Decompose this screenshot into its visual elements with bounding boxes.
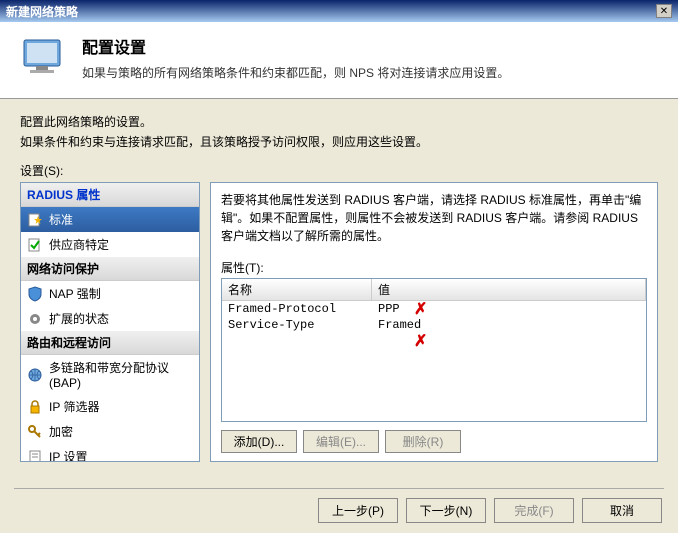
sidebar-item-label: NAP 强制: [49, 285, 101, 302]
cell-name: Framed-Protocol: [222, 301, 372, 317]
col-value[interactable]: 值: [372, 279, 646, 300]
next-button[interactable]: 下一步(N): [406, 498, 486, 523]
red-x-annotation: ✗: [414, 299, 427, 319]
settings-tree[interactable]: RADIUS 属性标准供应商特定网络访问保护 NAP 强制扩展的状态路由和远程访问…: [20, 182, 200, 462]
settings-label: 设置(S):: [20, 162, 658, 179]
intro-line-2: 如果条件和约束与连接请求匹配，且该策略授予访问权限，则应用这些设置。: [20, 133, 658, 150]
window-title: 新建网络策略: [6, 3, 78, 20]
attributes-label: 属性(T):: [221, 259, 647, 276]
sidebar-item-label: 多链路和带宽分配协议(BAP): [49, 359, 193, 390]
edit-button[interactable]: 编辑(E)...: [303, 430, 379, 453]
sidebar-item[interactable]: 供应商特定: [21, 232, 199, 257]
sidebar-item-label: 供应商特定: [49, 236, 109, 253]
wizard-footer: 上一步(P) 下一步(N) 完成(F) 取消: [318, 498, 662, 523]
table-row[interactable]: Framed-ProtocolPPP✗: [222, 301, 646, 317]
sidebar-item[interactable]: 扩展的状态: [21, 306, 199, 331]
lock-icon: [27, 399, 43, 415]
close-button[interactable]: ✕: [656, 4, 672, 18]
panel-button-row: 添加(D)... 编辑(E)... 删除(R): [221, 430, 647, 453]
panel-instruction: 若要将其他属性发送到 RADIUS 客户端，请选择 RADIUS 标准属性，再单…: [221, 191, 647, 245]
sidebar-item[interactable]: 标准: [21, 207, 199, 232]
doc-check-icon: [27, 237, 43, 253]
col-name[interactable]: 名称: [222, 279, 372, 300]
table-header: 名称 值: [222, 279, 646, 301]
cancel-button[interactable]: 取消: [582, 498, 662, 523]
sidebar-item-label: 标准: [49, 211, 73, 228]
sidebar-item[interactable]: IP 筛选器: [21, 394, 199, 419]
sidebar-item-label: IP 筛选器: [49, 398, 99, 415]
sidebar-item-label: 加密: [49, 423, 73, 440]
group-header: 网络访问保护: [21, 257, 199, 281]
sidebar-item[interactable]: 多链路和带宽分配协议(BAP): [21, 355, 199, 394]
details-panel: 若要将其他属性发送到 RADIUS 客户端，请选择 RADIUS 标准属性，再单…: [210, 182, 658, 462]
key-icon: [27, 424, 43, 440]
cell-name: Service-Type: [222, 317, 372, 333]
footer-separator: [14, 488, 664, 489]
table-body: Framed-ProtocolPPP✗Service-TypeFramed✗: [222, 301, 646, 333]
content-area: 配置此网络策略的设置。 如果条件和约束与连接请求匹配，且该策略授予访问权限，则应…: [0, 99, 678, 472]
shield-icon: [27, 286, 43, 302]
back-button[interactable]: 上一步(P): [318, 498, 398, 523]
gear-icon: [27, 311, 43, 327]
add-button[interactable]: 添加(D)...: [221, 430, 297, 453]
red-x-annotation: ✗: [414, 331, 427, 351]
sidebar-item-label: 扩展的状态: [49, 310, 109, 327]
delete-button[interactable]: 删除(R): [385, 430, 461, 453]
main-split: RADIUS 属性标准供应商特定网络访问保护 NAP 强制扩展的状态路由和远程访问…: [20, 182, 658, 462]
header-text: 配置设置 如果与策略的所有网络策略条件和约束都匹配，则 NPS 将对连接请求应用…: [82, 34, 509, 82]
page-title: 配置设置: [82, 34, 509, 58]
wizard-header: 配置设置 如果与策略的所有网络策略条件和约束都匹配，则 NPS 将对连接请求应用…: [0, 22, 678, 99]
sidebar-item[interactable]: NAP 强制: [21, 281, 199, 306]
attributes-table[interactable]: 名称 值 Framed-ProtocolPPP✗Service-TypeFram…: [221, 278, 647, 422]
sidebar-item[interactable]: IP 设置: [21, 444, 199, 462]
titlebar: 新建网络策略 ✕: [0, 0, 678, 22]
doc-star-icon: [27, 212, 43, 228]
sidebar-item[interactable]: 加密: [21, 419, 199, 444]
table-row[interactable]: Service-TypeFramed✗: [222, 317, 646, 333]
doc-icon: [27, 449, 43, 463]
group-header: RADIUS 属性: [21, 183, 199, 207]
monitor-icon: [20, 34, 68, 82]
sidebar-item-label: IP 设置: [49, 448, 87, 462]
globe-icon: [27, 367, 43, 383]
page-subtitle: 如果与策略的所有网络策略条件和约束都匹配，则 NPS 将对连接请求应用设置。: [82, 64, 509, 81]
finish-button[interactable]: 完成(F): [494, 498, 574, 523]
group-header: 路由和远程访问: [21, 331, 199, 355]
intro-line-1: 配置此网络策略的设置。: [20, 113, 658, 130]
